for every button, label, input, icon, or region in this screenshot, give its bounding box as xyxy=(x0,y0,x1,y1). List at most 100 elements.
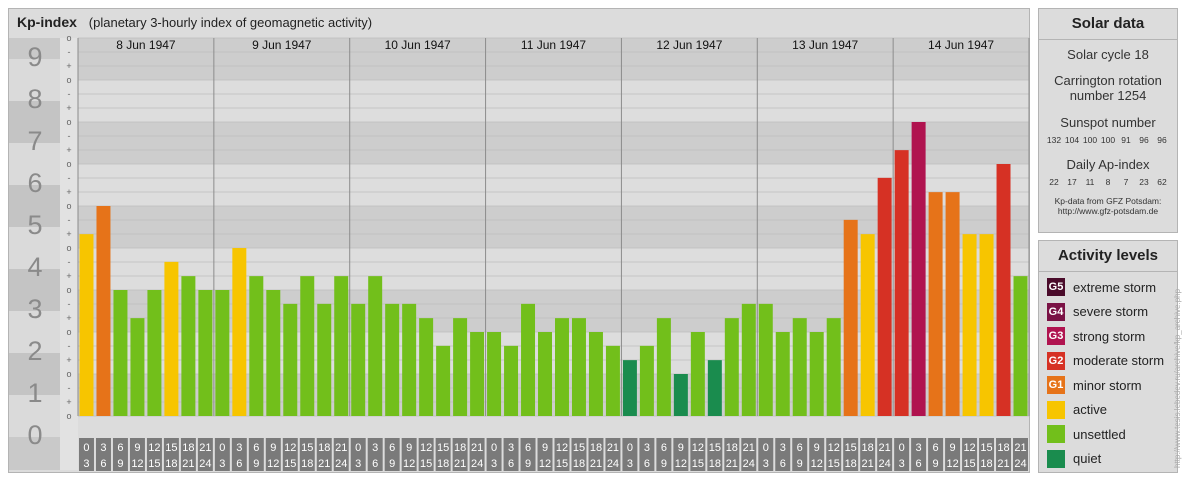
y-tick-label: 9 xyxy=(27,42,42,72)
interval-end-label: 9 xyxy=(797,458,803,470)
interval-start-label: 15 xyxy=(980,442,992,454)
ap-label: Daily Ap-index xyxy=(1066,157,1150,172)
y-tick-label: 2 xyxy=(27,336,42,366)
solar-cycle: Solar cycle 18 xyxy=(1067,47,1149,62)
interval-start-label: 12 xyxy=(963,442,975,454)
interval-start-label: 18 xyxy=(318,442,330,454)
level-label: severe storm xyxy=(1073,304,1149,320)
kp-bar xyxy=(928,192,943,416)
third-mark: - xyxy=(68,215,71,225)
interval-start-label: 3 xyxy=(644,442,650,454)
interval-start-label: 0 xyxy=(899,442,905,454)
interval-end-label: 3 xyxy=(355,458,361,470)
interval-start-label: 0 xyxy=(83,442,89,454)
y-tick-label: 3 xyxy=(27,294,42,324)
kp-bar xyxy=(453,318,468,416)
interval-start-label: 15 xyxy=(437,442,449,454)
ap-values: 22 17 11 8 7 23 62 xyxy=(1039,177,1177,187)
kp-bar xyxy=(775,332,790,416)
interval-start-label: 15 xyxy=(573,442,585,454)
interval-end-label: 12 xyxy=(539,458,551,470)
level-label: unsettled xyxy=(1073,426,1126,442)
kp-bar xyxy=(962,234,977,416)
interval-start-label: 15 xyxy=(165,442,177,454)
level-label: minor storm xyxy=(1073,377,1142,393)
y-tick-label: 5 xyxy=(27,210,42,240)
interval-end-label: 24 xyxy=(743,458,755,470)
kp-bar xyxy=(436,345,451,416)
y-tick-label: 1 xyxy=(27,378,42,408)
third-mark: + xyxy=(66,229,71,239)
third-mark: o xyxy=(66,327,71,337)
interval-start-label: 18 xyxy=(862,442,874,454)
third-mark: o xyxy=(66,411,71,421)
third-mark: + xyxy=(66,187,71,197)
third-mark: - xyxy=(68,47,71,57)
ap-value: 23 xyxy=(1139,177,1149,187)
day-label: 13 Jun 1947 xyxy=(792,38,858,52)
interval-start-label: 15 xyxy=(845,442,857,454)
third-mark: o xyxy=(66,243,71,253)
carrington-line-2: number 1254 xyxy=(1069,88,1147,103)
third-mark: o xyxy=(66,33,71,43)
interval-end-label: 15 xyxy=(284,458,296,470)
interval-end-label: 15 xyxy=(828,458,840,470)
third-mark: - xyxy=(68,383,71,393)
interval-end-label: 24 xyxy=(607,458,619,470)
interval-start-label: 3 xyxy=(372,442,378,454)
activity-legend: G5 extreme storm G4 severe storm G3 strong … xyxy=(1039,272,1177,471)
credit-link[interactable]: http://www.gfz-potsdam.de xyxy=(1039,206,1177,216)
credit-line-1: Kp-data from GFZ Potsdam: xyxy=(1054,196,1162,206)
kp-bar xyxy=(334,276,349,416)
third-mark: o xyxy=(66,285,71,295)
third-mark: + xyxy=(66,271,71,281)
interval-start-label: 3 xyxy=(916,442,922,454)
interval-end-label: 24 xyxy=(199,458,211,470)
kp-bar xyxy=(571,318,586,416)
kp-bar xyxy=(877,177,892,416)
level-label: extreme storm xyxy=(1073,279,1157,295)
interval-start-label: 15 xyxy=(301,442,313,454)
interval-end-label: 3 xyxy=(219,458,225,470)
kp-bar xyxy=(690,332,705,416)
kp-bar xyxy=(300,276,315,416)
sunspot-value: 96 xyxy=(1139,135,1149,145)
kp-bar xyxy=(741,303,756,416)
kp-bar xyxy=(198,290,213,416)
interval-end-label: 9 xyxy=(525,458,531,470)
legend-item: quiet xyxy=(1039,447,1177,472)
interval-end-label: 12 xyxy=(946,458,958,470)
level-swatch xyxy=(1047,400,1065,419)
interval-end-label: 6 xyxy=(236,458,242,470)
ap-value: 17 xyxy=(1067,177,1077,187)
level-label: quiet xyxy=(1073,451,1102,467)
kp-bar xyxy=(894,150,909,416)
interval-start-label: 9 xyxy=(134,442,140,454)
kp-bar xyxy=(266,290,281,416)
interval-end-label: 3 xyxy=(83,458,89,470)
sunspot-value: 104 xyxy=(1064,135,1080,145)
level-swatch xyxy=(1047,425,1065,444)
interval-start-label: 12 xyxy=(692,442,704,454)
third-mark: + xyxy=(66,313,71,323)
third-mark: + xyxy=(66,61,71,71)
third-mark: - xyxy=(68,173,71,183)
interval-end-label: 18 xyxy=(573,458,585,470)
legend-item: G2 moderate storm xyxy=(1039,349,1177,374)
interval-start-label: 15 xyxy=(709,442,721,454)
interval-start-label: 0 xyxy=(355,442,361,454)
interval-end-label: 18 xyxy=(165,458,177,470)
third-mark: - xyxy=(68,341,71,351)
sunspot-label: Sunspot number xyxy=(1060,115,1156,130)
third-mark: o xyxy=(66,159,71,169)
interval-end-label: 18 xyxy=(980,458,992,470)
activity-levels-panel: Activity levels G5 extreme storm G4 severe… xyxy=(1038,240,1178,473)
interval-end-label: 12 xyxy=(403,458,415,470)
kp-bar xyxy=(368,276,383,416)
interval-end-label: 3 xyxy=(763,458,769,470)
interval-start-label: 18 xyxy=(454,442,466,454)
interval-start-label: 6 xyxy=(253,442,259,454)
side-credit-text[interactable]: http://www.tesis.lebedev.ru/archive/kp_a… xyxy=(1173,288,1182,468)
interval-start-label: 12 xyxy=(828,442,840,454)
interval-end-label: 6 xyxy=(780,458,786,470)
